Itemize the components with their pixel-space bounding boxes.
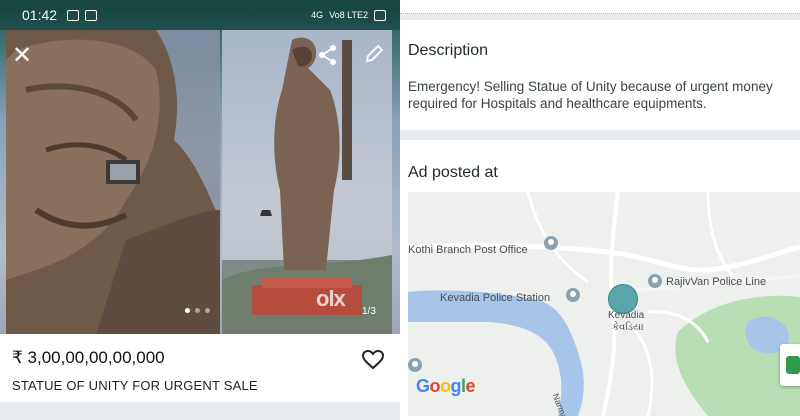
street-view-icon[interactable] (780, 344, 800, 386)
ad-location-card: Ad posted at Kothi Branch Post Office Ra… (400, 140, 800, 420)
post-office-pin-icon[interactable] (544, 236, 558, 250)
listing-title: STATUE OF UNITY FOR URGENT SALE (12, 378, 258, 393)
status-time: 01:42 (22, 7, 58, 23)
google-logo: Google (416, 376, 476, 396)
map-label-post-office: Kothi Branch Post Office (408, 244, 528, 256)
statue-closeup-image (6, 30, 220, 334)
heart-icon[interactable] (361, 349, 385, 375)
listing-panel: 01:42 4G Vo8 LTE2 ✕ olx 1/3 ₹ 3,00,00,00… (0, 0, 400, 420)
previous-card-edge (400, 0, 800, 14)
status-bar: 01:42 4G Vo8 LTE2 (0, 0, 400, 30)
description-card: Description Emergency! Selling Statue of… (400, 20, 800, 130)
close-icon[interactable]: ✕ (12, 44, 32, 68)
location-map[interactable]: Kothi Branch Post Office RajivVan Police… (408, 192, 800, 416)
description-text: Emergency! Selling Statue of Unity becau… (408, 79, 773, 111)
description-heading: Description (408, 42, 489, 59)
listing-photo[interactable]: 01:42 4G Vo8 LTE2 ✕ olx 1/3 (0, 0, 400, 334)
battery-icon (374, 9, 386, 21)
share-icon[interactable] (318, 44, 338, 71)
ad-location-heading: Ad posted at (408, 164, 498, 181)
map-label-police-station: Kevadia Police Station (440, 292, 551, 304)
map-label-town: Kevadia (608, 310, 645, 321)
divider (0, 402, 400, 420)
photo-pager-dots (185, 308, 210, 313)
police-line-pin-icon[interactable] (648, 274, 662, 288)
details-panel: Description Emergency! Selling Statue of… (400, 0, 800, 420)
map-label-town-native: કેવડિયા (612, 322, 644, 333)
map-pin-icon[interactable] (408, 358, 422, 372)
network-label: 4G (311, 10, 324, 20)
listing-price: ₹ 3,00,00,00,00,000 (12, 348, 165, 367)
photo-counter: 1/3 (362, 306, 376, 317)
usb-status-icon (85, 9, 98, 21)
gallery-status-icon (67, 9, 80, 21)
pager-dot[interactable] (185, 308, 190, 313)
police-station-pin-icon[interactable] (566, 288, 580, 302)
pager-dot[interactable] (205, 308, 210, 313)
map-label-police-line: RajivVan Police Line (666, 276, 767, 288)
pencil-icon[interactable] (364, 44, 384, 69)
olx-watermark: olx (316, 286, 346, 311)
statue-full-image (222, 30, 392, 334)
pager-dot[interactable] (195, 308, 200, 313)
lte-label: Vo8 LTE2 (329, 10, 368, 20)
